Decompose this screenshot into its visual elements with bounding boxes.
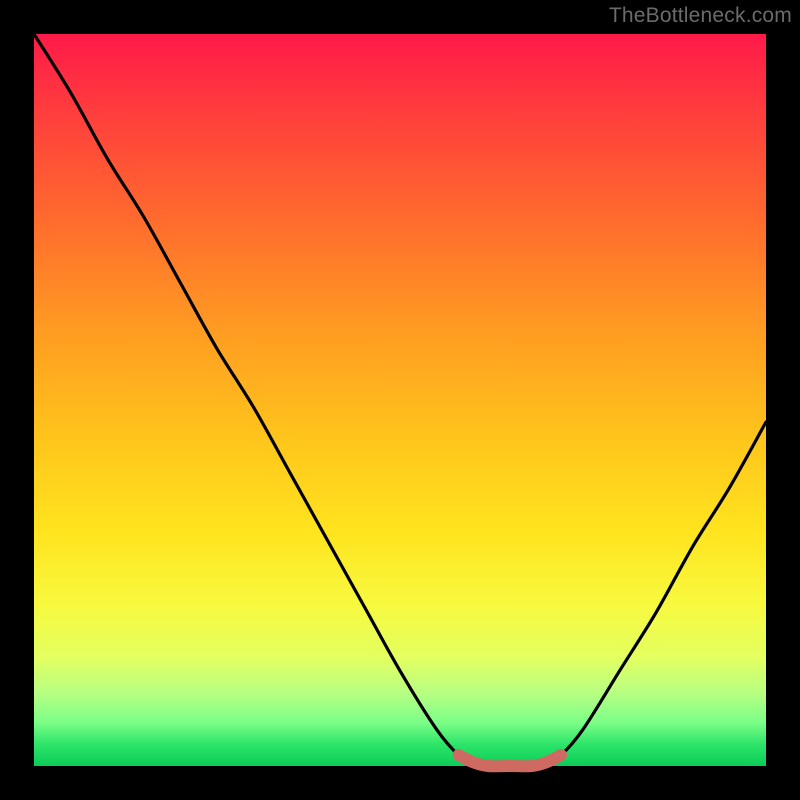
chart-frame: TheBottleneck.com	[0, 0, 800, 800]
plot-area	[34, 34, 766, 766]
flat-segment	[459, 755, 561, 766]
watermark-text: TheBottleneck.com	[609, 4, 792, 28]
chart-svg	[34, 34, 766, 766]
curve-line	[34, 34, 766, 766]
